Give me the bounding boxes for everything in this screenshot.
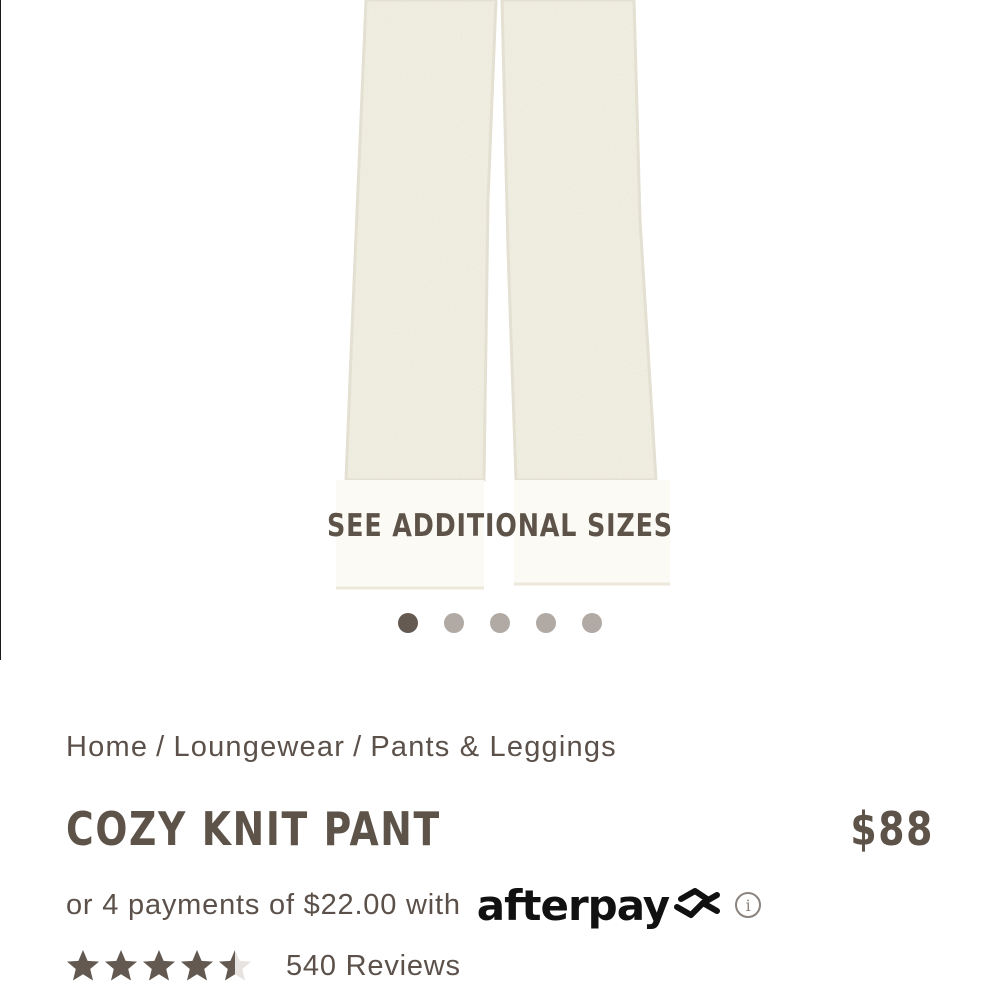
afterpay-wordmark: afterpay — [476, 880, 670, 930]
star-icon — [143, 950, 175, 981]
star-rating — [66, 949, 252, 983]
breadcrumb-loungewear[interactable]: Loungewear — [173, 731, 345, 763]
breadcrumb-separator: / — [353, 731, 363, 763]
carousel-dot-2[interactable] — [444, 613, 464, 633]
right-pant-leg — [500, 0, 658, 482]
product-header: COZY KNIT PANT $88 — [66, 802, 934, 858]
carousel-dot-4[interactable] — [536, 613, 556, 633]
info-icon[interactable]: i — [735, 892, 762, 918]
reviews-count[interactable]: 540 Reviews — [286, 950, 461, 983]
afterpay-arrows-icon — [674, 888, 721, 918]
product-title: COZY KNIT PANT — [66, 802, 441, 856]
product-price: $88 — [850, 802, 934, 856]
star-icon — [181, 950, 213, 981]
carousel-dot-3[interactable] — [490, 613, 510, 633]
star-icon — [219, 950, 251, 981]
product-image-gallery[interactable]: SEE ADDITIONAL SIZES — [0, 0, 1000, 660]
carousel-dot-5[interactable] — [582, 613, 602, 633]
star-icon — [67, 950, 99, 981]
product-image — [0, 0, 670, 660]
left-pant-leg — [344, 0, 498, 482]
breadcrumb: Home / Loungewear / Pants & Leggings — [66, 731, 617, 764]
see-additional-sizes-button[interactable]: SEE ADDITIONAL SIZES — [90, 508, 910, 544]
product-rating[interactable]: 540 Reviews — [66, 944, 461, 988]
product-page: SEE ADDITIONAL SIZES Home / Loungewear / Pan… — [0, 0, 1000, 1000]
afterpay-installments: or 4 payments of $22.00 with afterpay i — [66, 880, 762, 930]
breadcrumb-home[interactable]: Home — [66, 731, 148, 763]
star-icon — [105, 950, 137, 981]
carousel-dot-1[interactable] — [398, 613, 418, 633]
breadcrumb-pants-leggings[interactable]: Pants & Leggings — [370, 731, 617, 763]
installment-text: or 4 payments of $22.00 with — [66, 888, 461, 921]
carousel-pagination — [0, 613, 1000, 633]
breadcrumb-separator: / — [156, 731, 166, 763]
afterpay-logo[interactable]: afterpay — [477, 881, 725, 930]
